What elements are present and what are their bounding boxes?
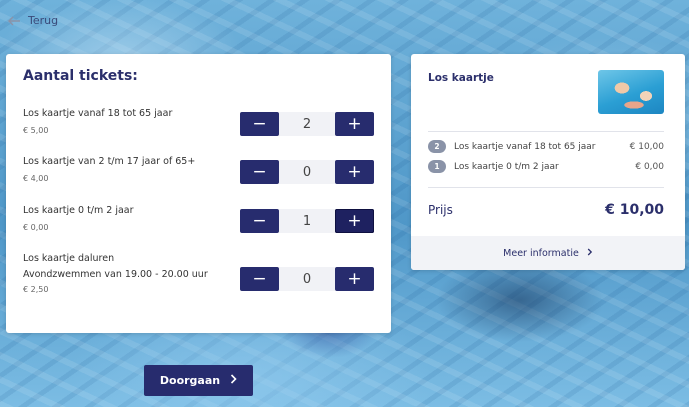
increase-button[interactable]: + xyxy=(335,112,374,136)
total-value: € 10,00 xyxy=(605,202,664,218)
divider xyxy=(428,187,664,188)
tickets-heading: Aantal tickets: xyxy=(23,68,138,84)
summary-line-amount: € 0,00 xyxy=(635,161,664,172)
continue-button[interactable]: Doorgaan xyxy=(144,365,253,396)
total-label: Prijs xyxy=(428,203,453,217)
arrow-left-icon xyxy=(8,16,21,26)
quantity-value[interactable]: 1 xyxy=(279,209,335,233)
quantity-value[interactable]: 0 xyxy=(279,160,335,184)
increase-button[interactable]: + xyxy=(335,209,374,233)
decrease-button[interactable]: − xyxy=(240,267,279,291)
chevron-right-icon xyxy=(587,248,593,259)
ticket-selection-panel: Aantal tickets: Los kaartje vanaf 18 tot… xyxy=(6,54,391,333)
decrease-button[interactable]: − xyxy=(240,160,279,184)
more-info-link[interactable]: Meer informatie xyxy=(411,236,685,270)
pool-thumbnail xyxy=(598,70,664,114)
decrease-button[interactable]: − xyxy=(240,112,279,136)
quantity-stepper: − 0 + xyxy=(240,267,374,291)
ticket-name: Los kaartje daluren xyxy=(23,253,115,264)
continue-label: Doorgaan xyxy=(159,374,221,387)
summary-line: 1 Los kaartje 0 t/m 2 jaar € 0,00 xyxy=(428,160,664,173)
quantity-value[interactable]: 2 xyxy=(279,112,335,136)
summary-line: 2 Los kaartje vanaf 18 tot 65 jaar € 10,… xyxy=(428,140,664,153)
total-row: Prijs € 10,00 xyxy=(428,202,664,218)
chevron-right-icon xyxy=(230,374,237,387)
quantity-stepper: − 2 + xyxy=(240,112,374,136)
order-summary-panel: Los kaartje 2 Los kaartje vanaf 18 tot 6… xyxy=(411,54,685,270)
count-badge: 2 xyxy=(428,140,446,153)
back-link[interactable]: Terug xyxy=(8,14,58,27)
back-label: Terug xyxy=(28,14,59,27)
quantity-stepper: − 0 + xyxy=(240,160,374,184)
summary-line-amount: € 10,00 xyxy=(629,141,664,152)
increase-button[interactable]: + xyxy=(335,267,374,291)
summary-line-name: Los kaartje vanaf 18 tot 65 jaar xyxy=(454,141,596,152)
count-badge: 1 xyxy=(428,160,446,173)
quantity-stepper: − 1 + xyxy=(240,209,374,233)
decrease-button[interactable]: − xyxy=(240,209,279,233)
summary-title: Los kaartje xyxy=(428,72,494,84)
increase-button[interactable]: + xyxy=(335,160,374,184)
summary-line-name: Los kaartje 0 t/m 2 jaar xyxy=(454,161,559,172)
divider xyxy=(428,131,664,132)
more-info-label: Meer informatie xyxy=(503,247,579,259)
quantity-value[interactable]: 0 xyxy=(279,267,335,291)
